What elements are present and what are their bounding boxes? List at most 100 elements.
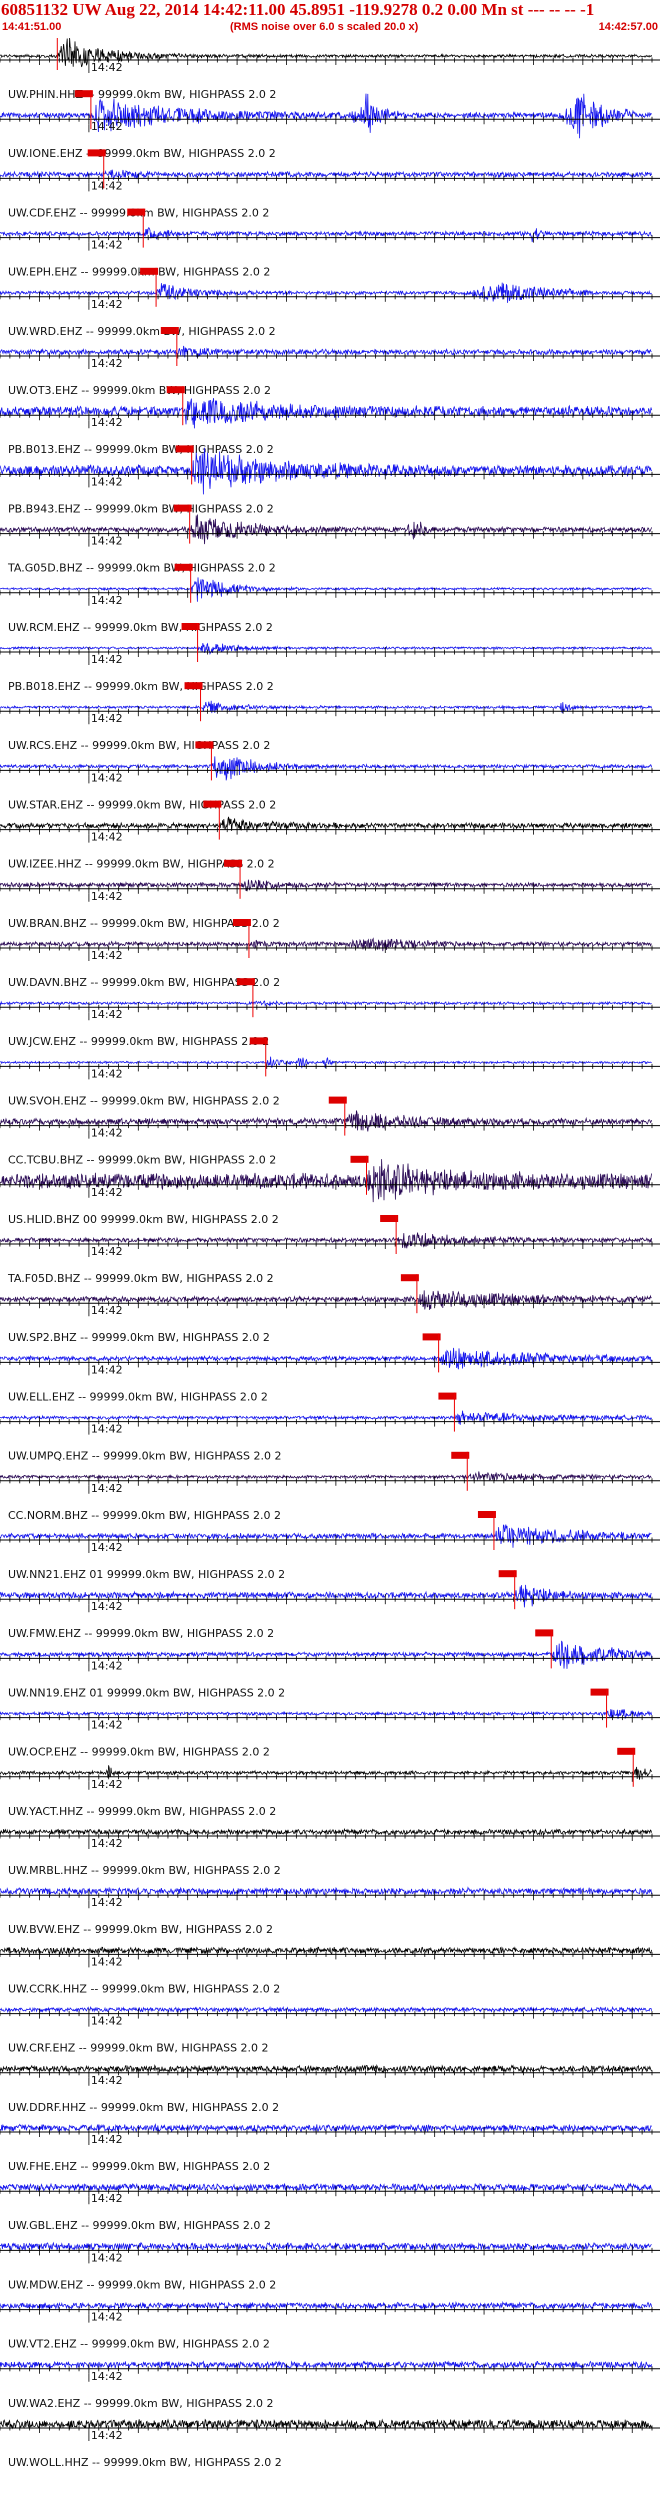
minute-tick-label-28: 14:42	[91, 1719, 123, 1732]
pick-box-21	[400, 1274, 419, 1282]
station-label-30: UW.MRBL.HHZ -- 99999.0km BW, HIGHPASS 2.…	[8, 1864, 281, 1877]
minute-tick-label-9: 14:42	[91, 594, 123, 607]
minute-tick-label-8: 14:42	[91, 535, 123, 548]
pick-box-15	[232, 919, 251, 926]
station-label-11: UW.RCS.EHZ -- 99999.0km BW, HIGHPASS 2.0…	[8, 739, 270, 752]
minute-tick-label-29: 14:42	[91, 1778, 123, 1791]
minute-tick-label-10: 14:42	[91, 653, 123, 666]
minute-tick-label-27: 14:42	[91, 1659, 123, 1672]
pick-box-26	[498, 1570, 517, 1578]
start-time-label: 14:41:51.00	[2, 21, 62, 33]
station-label-1: UW.IONE.EHZ -- 99999.0km BW, HIGHPASS 2.…	[8, 147, 276, 160]
station-label-31: UW.BVW.EHZ -- 99999.0km BW, HIGHPASS 2.0…	[8, 1923, 273, 1936]
seismogram-plot: 14:42 UW.PHIN.HHZ -- 99999.0km BW, HIGHPA…	[0, 38, 660, 2469]
station-label-12: UW.STAR.EHZ -- 99999.0km BW, HIGHPASS 2.…	[8, 798, 276, 811]
minute-tick-label-30: 14:42	[91, 1837, 123, 1850]
pick-box-28	[590, 1688, 609, 1696]
minute-tick-label-7: 14:42	[91, 475, 123, 488]
pick-box-27	[535, 1629, 554, 1637]
station-label-21: UW.SP2.BHZ -- 99999.0km BW, HIGHPASS 2.0…	[8, 1331, 270, 1344]
station-label-26: UW.FMW.EHZ -- 99999.0km BW, HIGHPASS 2.0…	[8, 1627, 274, 1640]
rms-noise-note: (RMS noise over 6.0 s scaled 20.0 x)	[230, 21, 419, 33]
minute-tick-label-36: 14:42	[91, 2192, 123, 2205]
minute-tick-label-11: 14:42	[91, 712, 123, 725]
pick-box-23	[438, 1392, 457, 1400]
station-label-0: UW.PHIN.HHZ -- 99999.0km BW, HIGHPASS 2.…	[8, 88, 276, 101]
pick-box-1	[74, 90, 93, 98]
pick-box-20	[380, 1215, 399, 1222]
pick-box-6	[166, 386, 185, 394]
end-time-label: 14:42:57.00	[598, 21, 658, 33]
seismogram-header: 60851132 UW Aug 22, 2014 14:42:11.00 45.…	[0, 0, 660, 38]
station-label-20: TA.F05D.BHZ -- 99999.0km BW, HIGHPASS 2.…	[7, 1272, 274, 1285]
station-label-9: UW.RCM.EHZ -- 99999.0km BW, HIGHPASS 2.0…	[8, 621, 273, 634]
pick-box-11	[184, 682, 203, 690]
pick-box-4	[140, 267, 159, 275]
station-label-10: PB.B018.EHZ -- 99999.0km BW, HIGHPASS 2.…	[8, 680, 274, 693]
station-label-32: UW.CCRK.HHZ -- 99999.0km BW, HIGHPASS 2.…	[8, 1982, 280, 1995]
minute-tick-label-40: 14:42	[91, 2429, 123, 2442]
minute-tick-label-4: 14:42	[91, 298, 123, 311]
minute-tick-label-2: 14:42	[91, 179, 123, 192]
station-label-38: UW.VT2.EHZ -- 99999.0km BW, HIGHPASS 2.0…	[8, 2338, 270, 2351]
station-label-34: UW.DDRF.HHZ -- 99999.0km BW, HIGHPASS 2.…	[8, 2101, 279, 2114]
minute-tick-label-35: 14:42	[91, 2133, 123, 2146]
minute-tick-label-1: 14:42	[91, 120, 123, 133]
minute-tick-label-17: 14:42	[91, 1067, 123, 1080]
minute-tick-label-24: 14:42	[91, 1482, 123, 1495]
pick-box-2	[87, 149, 106, 157]
minute-tick-label-22: 14:42	[91, 1363, 123, 1376]
pick-box-18	[328, 1096, 347, 1104]
pick-box-13	[203, 800, 222, 808]
station-label-40: UW.WOLL.HHZ -- 99999.0km BW, HIGHPASS 2.…	[8, 2456, 282, 2469]
station-label-23: UW.UMPQ.EHZ -- 99999.0km BW, HIGHPASS 2.…	[8, 1450, 282, 1463]
station-label-25: UW.NN21.EHZ 01 99999.0km BW, HIGHPASS 2.…	[8, 1568, 285, 1581]
pick-box-22	[422, 1333, 441, 1341]
station-label-24: CC.NORM.BHZ -- 99999.0km BW, HIGHPASS 2.…	[8, 1509, 281, 1522]
station-label-4: UW.WRD.EHZ -- 99999.0km BW, HIGHPASS 2.0…	[8, 325, 276, 338]
station-label-39: UW.WA2.EHZ -- 99999.0km BW, HIGHPASS 2.0…	[8, 2397, 273, 2410]
minute-tick-label-6: 14:42	[91, 416, 123, 429]
minute-tick-label-0: 14:42	[91, 61, 123, 74]
station-label-36: UW.GBL.EHZ -- 99999.0km BW, HIGHPASS 2.0…	[8, 2219, 271, 2232]
station-label-33: UW.CRF.EHZ -- 99999.0km BW, HIGHPASS 2.0…	[8, 2042, 269, 2055]
pick-box-25	[477, 1511, 496, 1518]
minute-tick-label-31: 14:42	[91, 1896, 123, 1909]
pick-box-29	[617, 1747, 636, 1755]
pick-box-12	[195, 741, 214, 749]
station-label-8: TA.G05D.BHZ -- 99999.0km BW, HIGHPASS 2.…	[7, 562, 276, 575]
station-label-22: UW.ELL.EHZ -- 99999.0km BW, HIGHPASS 2.0…	[8, 1390, 268, 1403]
minute-tick-label-15: 14:42	[91, 949, 123, 962]
station-label-29: UW.YACT.HHZ -- 99999.0km BW, HIGHPASS 2.…	[8, 1805, 276, 1818]
minute-tick-label-32: 14:42	[91, 1955, 123, 1968]
pick-box-16	[236, 978, 255, 986]
minute-tick-label-23: 14:42	[91, 1423, 123, 1436]
minute-tick-label-19: 14:42	[91, 1186, 123, 1199]
event-title: 60851132 UW Aug 22, 2014 14:42:11.00 45.…	[1, 0, 595, 19]
pick-box-17	[249, 1037, 268, 1045]
minute-tick-label-26: 14:42	[91, 1600, 123, 1613]
station-label-27: UW.NN19.EHZ 01 99999.0km BW, HIGHPASS 2.…	[8, 1686, 285, 1699]
minute-tick-label-14: 14:42	[91, 890, 123, 903]
station-label-17: UW.SVOH.EHZ -- 99999.0km BW, HIGHPASS 2.…	[8, 1094, 280, 1107]
minute-tick-label-3: 14:42	[91, 239, 123, 252]
station-label-3: UW.EPH.EHZ -- 99999.0km BW, HIGHPASS 2.0…	[8, 266, 270, 279]
station-label-37: UW.MDW.EHZ -- 99999.0km BW, HIGHPASS 2.0…	[8, 2278, 276, 2291]
minute-tick-label-16: 14:42	[91, 1008, 123, 1021]
station-label-6: PB.B013.EHZ -- 99999.0km BW, HIGHPASS 2.…	[8, 443, 274, 456]
pick-box-24	[451, 1451, 470, 1459]
station-label-28: UW.OCP.EHZ -- 99999.0km BW, HIGHPASS 2.0…	[8, 1746, 270, 1759]
minute-tick-label-38: 14:42	[91, 2311, 123, 2324]
minute-tick-label-13: 14:42	[91, 831, 123, 844]
station-label-5: UW.OT3.EHZ -- 99999.0km BW, HIGHPASS 2.0…	[8, 384, 271, 397]
station-label-35: UW.FHE.EHZ -- 99999.0km BW, HIGHPASS 2.0…	[8, 2160, 270, 2173]
station-label-7: PB.B943.EHZ -- 99999.0km BW, HIGHPASS 2.…	[8, 502, 274, 515]
minute-tick-label-18: 14:42	[91, 1127, 123, 1140]
station-label-18: CC.TCBU.BHZ -- 99999.0km BW, HIGHPASS 2.…	[8, 1154, 276, 1167]
pick-box-7	[175, 445, 194, 453]
minute-tick-label-12: 14:42	[91, 771, 123, 784]
minute-tick-label-39: 14:42	[91, 2370, 123, 2383]
pick-box-8	[173, 504, 192, 512]
minute-tick-label-5: 14:42	[91, 357, 123, 370]
minute-tick-label-37: 14:42	[91, 2251, 123, 2264]
